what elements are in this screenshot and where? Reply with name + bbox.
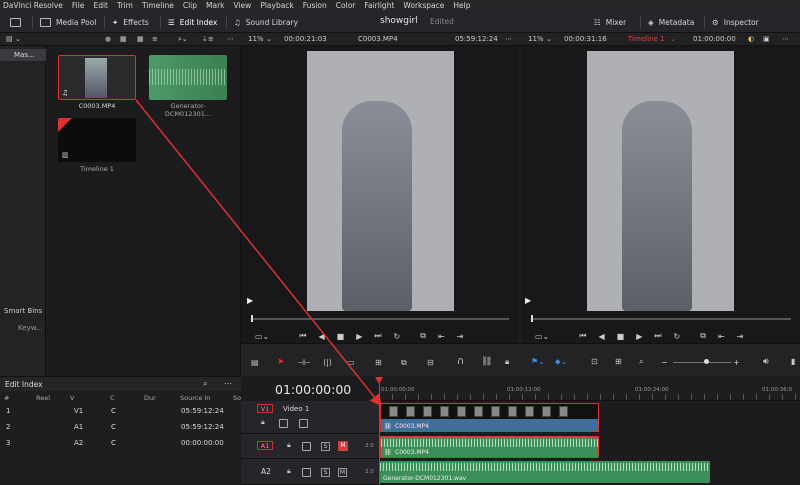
drag-arrow [135, 99, 382, 407]
